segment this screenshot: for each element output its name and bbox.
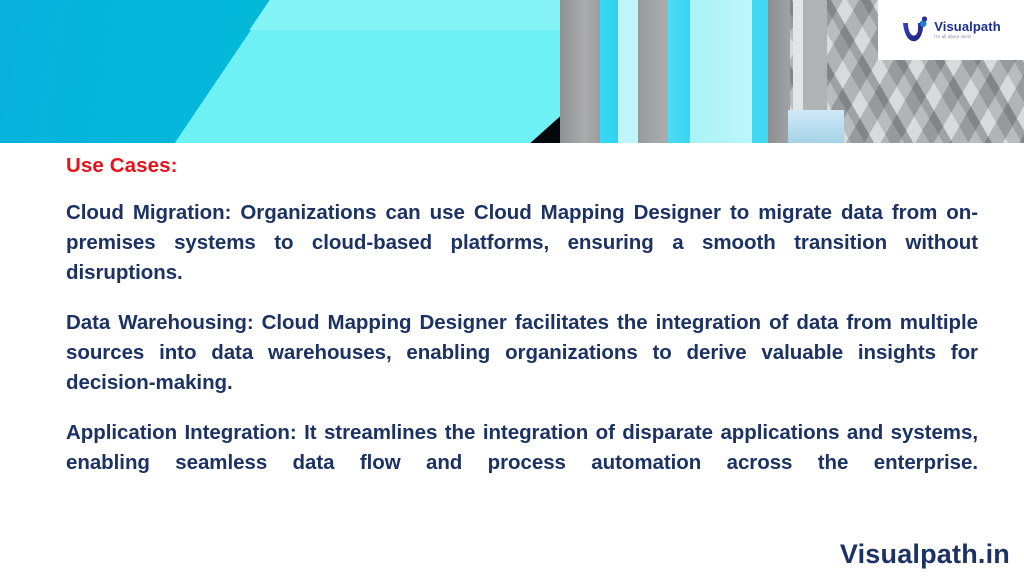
footer-brand: Visualpath.in [839, 539, 1010, 569]
use-case-paragraph-application-integration: Application Integration: It streamlines … [66, 421, 978, 475]
banner-tall-box [793, 0, 827, 118]
banner-pillar-light-1 [618, 0, 638, 143]
slide: Visualpath It's all about skills Use Cas… [0, 0, 1024, 576]
logo-inner: Visualpath It's all about skills [901, 16, 1001, 44]
banner-pillar-gray-2 [638, 0, 668, 143]
logo-name: Visualpath [934, 19, 1001, 35]
logo-tagline: It's all about skills [934, 34, 972, 40]
visualpath-v-mark-icon [901, 16, 931, 44]
use-case-paragraph-data-warehousing: Data Warehousing: Cloud Mapping Designer… [66, 310, 978, 395]
banner-pillar-cyan-2 [668, 0, 690, 143]
visualpath-logo: Visualpath It's all about skills [878, 0, 1024, 60]
page-title: Use Cases: [66, 154, 178, 177]
banner-pillar-light-2 [690, 0, 752, 143]
banner-image: Visualpath It's all about skills [0, 0, 1024, 143]
banner-pillar-cyan-1 [600, 0, 618, 143]
slide-content: Use Cases: Cloud Migration: Organization… [66, 154, 978, 509]
logo-text: Visualpath It's all about skills [934, 20, 1001, 39]
use-case-paragraph-cloud-migration: Cloud Migration: Organizations can use C… [66, 200, 978, 284]
banner-pillar-gray-1 [560, 0, 600, 143]
banner-pillar-cyan-3 [752, 0, 768, 143]
banner-blue-box [788, 110, 844, 143]
